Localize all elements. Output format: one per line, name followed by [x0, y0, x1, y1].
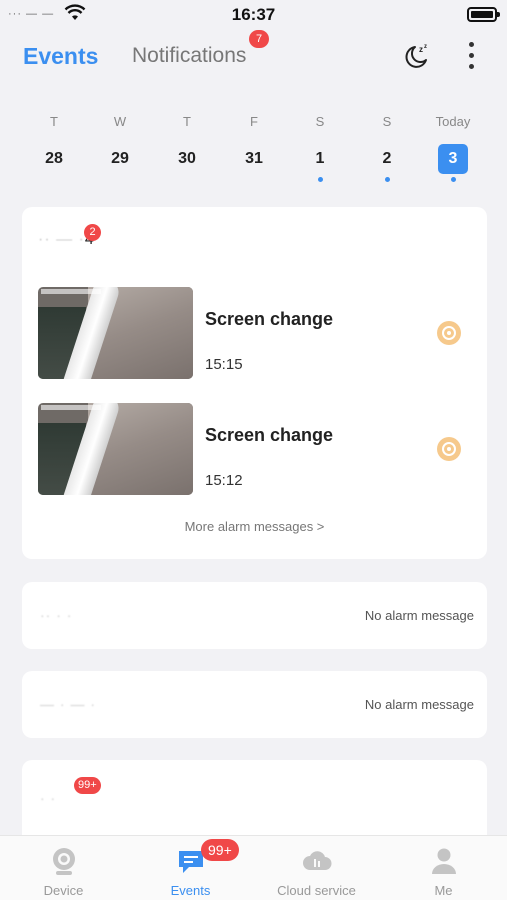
day-29[interactable]: W 29	[90, 112, 150, 187]
device-name-blurred: ·· — ·	[38, 231, 85, 248]
day-letter: S	[315, 114, 325, 129]
day-letter: F	[250, 114, 258, 129]
svg-text:z: z	[419, 45, 423, 54]
day-30[interactable]: T 30	[157, 112, 217, 187]
cloud-icon	[303, 851, 332, 870]
device-name: — · — ·	[40, 696, 96, 712]
alarm-thumbnail[interactable]	[38, 287, 193, 379]
date-strip: T 28 W 29 T 30 F 31 S 1 S 2 Today 3	[20, 112, 487, 187]
alarm-item[interactable]: Screen change 15:12	[38, 403, 468, 495]
status-bar: ··· — — 16:37	[0, 0, 507, 30]
motion-alarm-icon	[437, 321, 461, 345]
event-dot	[317, 177, 323, 182]
svg-text:z: z	[424, 44, 427, 50]
event-dot	[450, 177, 456, 182]
day-1[interactable]: S 1	[290, 112, 350, 187]
day-number: 1	[315, 150, 325, 167]
device-card[interactable]: · · 99+	[22, 760, 487, 835]
alarm-thumbnail[interactable]	[38, 403, 193, 495]
tab-cloud-service[interactable]: Cloud service	[253, 836, 380, 900]
event-dot	[384, 177, 390, 182]
tab-me[interactable]: Me	[380, 836, 507, 900]
day-number: 3	[438, 144, 468, 174]
tab-label: Me	[434, 883, 453, 898]
day-letter: S	[382, 114, 392, 129]
day-number: 29	[111, 150, 129, 167]
no-alarm-status: No alarm message	[364, 608, 474, 623]
day-number: 30	[178, 150, 196, 167]
device-card: ·· — ·4 2 Screen change 15:15 Screen cha…	[22, 207, 487, 559]
camera-icon	[53, 848, 75, 875]
tab-events[interactable]: Events	[23, 43, 98, 70]
moon-sleep-icon[interactable]: z z	[401, 42, 431, 72]
day-2[interactable]: S 2	[357, 112, 417, 187]
alarm-time: 15:15	[205, 356, 243, 373]
tab-label: Cloud service	[277, 883, 356, 898]
alarm-title: Screen change	[205, 309, 334, 329]
day-letter: Today	[435, 114, 471, 129]
header: Events Notifications 7 z z	[0, 30, 507, 90]
day-number: 2	[382, 150, 392, 167]
alarm-time: 15:12	[205, 472, 243, 489]
device-row[interactable]: — · — · No alarm message	[22, 671, 487, 738]
no-alarm-status: No alarm message	[364, 697, 474, 712]
tab-label: Events	[170, 883, 211, 898]
device-row[interactable]: ·· · · No alarm message	[22, 582, 487, 649]
alarm-title: Screen change	[205, 425, 334, 445]
day-today[interactable]: Today 3	[423, 112, 483, 187]
motion-alarm-icon	[437, 437, 461, 461]
user-icon	[432, 848, 456, 874]
day-letter: W	[113, 114, 127, 129]
notifications-badge: 7	[249, 30, 269, 48]
tab-device[interactable]: Device	[0, 836, 127, 900]
day-31[interactable]: F 31	[224, 112, 284, 187]
device-name: · ·	[40, 790, 57, 806]
tab-label: Device	[43, 883, 84, 898]
day-letter: T	[183, 114, 191, 129]
alarm-item[interactable]: Screen change 15:15	[38, 287, 468, 379]
more-vertical-icon[interactable]	[460, 40, 484, 72]
day-number: 31	[245, 150, 263, 167]
day-letter: T	[50, 114, 58, 129]
tab-events-bottom[interactable]: 99+ Events	[127, 836, 254, 900]
day-28[interactable]: T 28	[24, 112, 84, 187]
day-number: 28	[45, 150, 63, 167]
more-alarm-messages-link[interactable]: More alarm messages >	[22, 519, 487, 534]
tab-notifications[interactable]: Notifications	[132, 44, 246, 68]
battery-icon	[467, 7, 500, 22]
device-name: ·· · ·	[40, 607, 73, 623]
status-time: 16:37	[231, 5, 276, 24]
device-badge: 2	[84, 224, 101, 241]
bottom-tab-bar: Device 99+ Events Cloud service Me	[0, 835, 507, 900]
device-badge: 99+	[74, 777, 101, 794]
events-badge: 99+	[201, 839, 239, 861]
